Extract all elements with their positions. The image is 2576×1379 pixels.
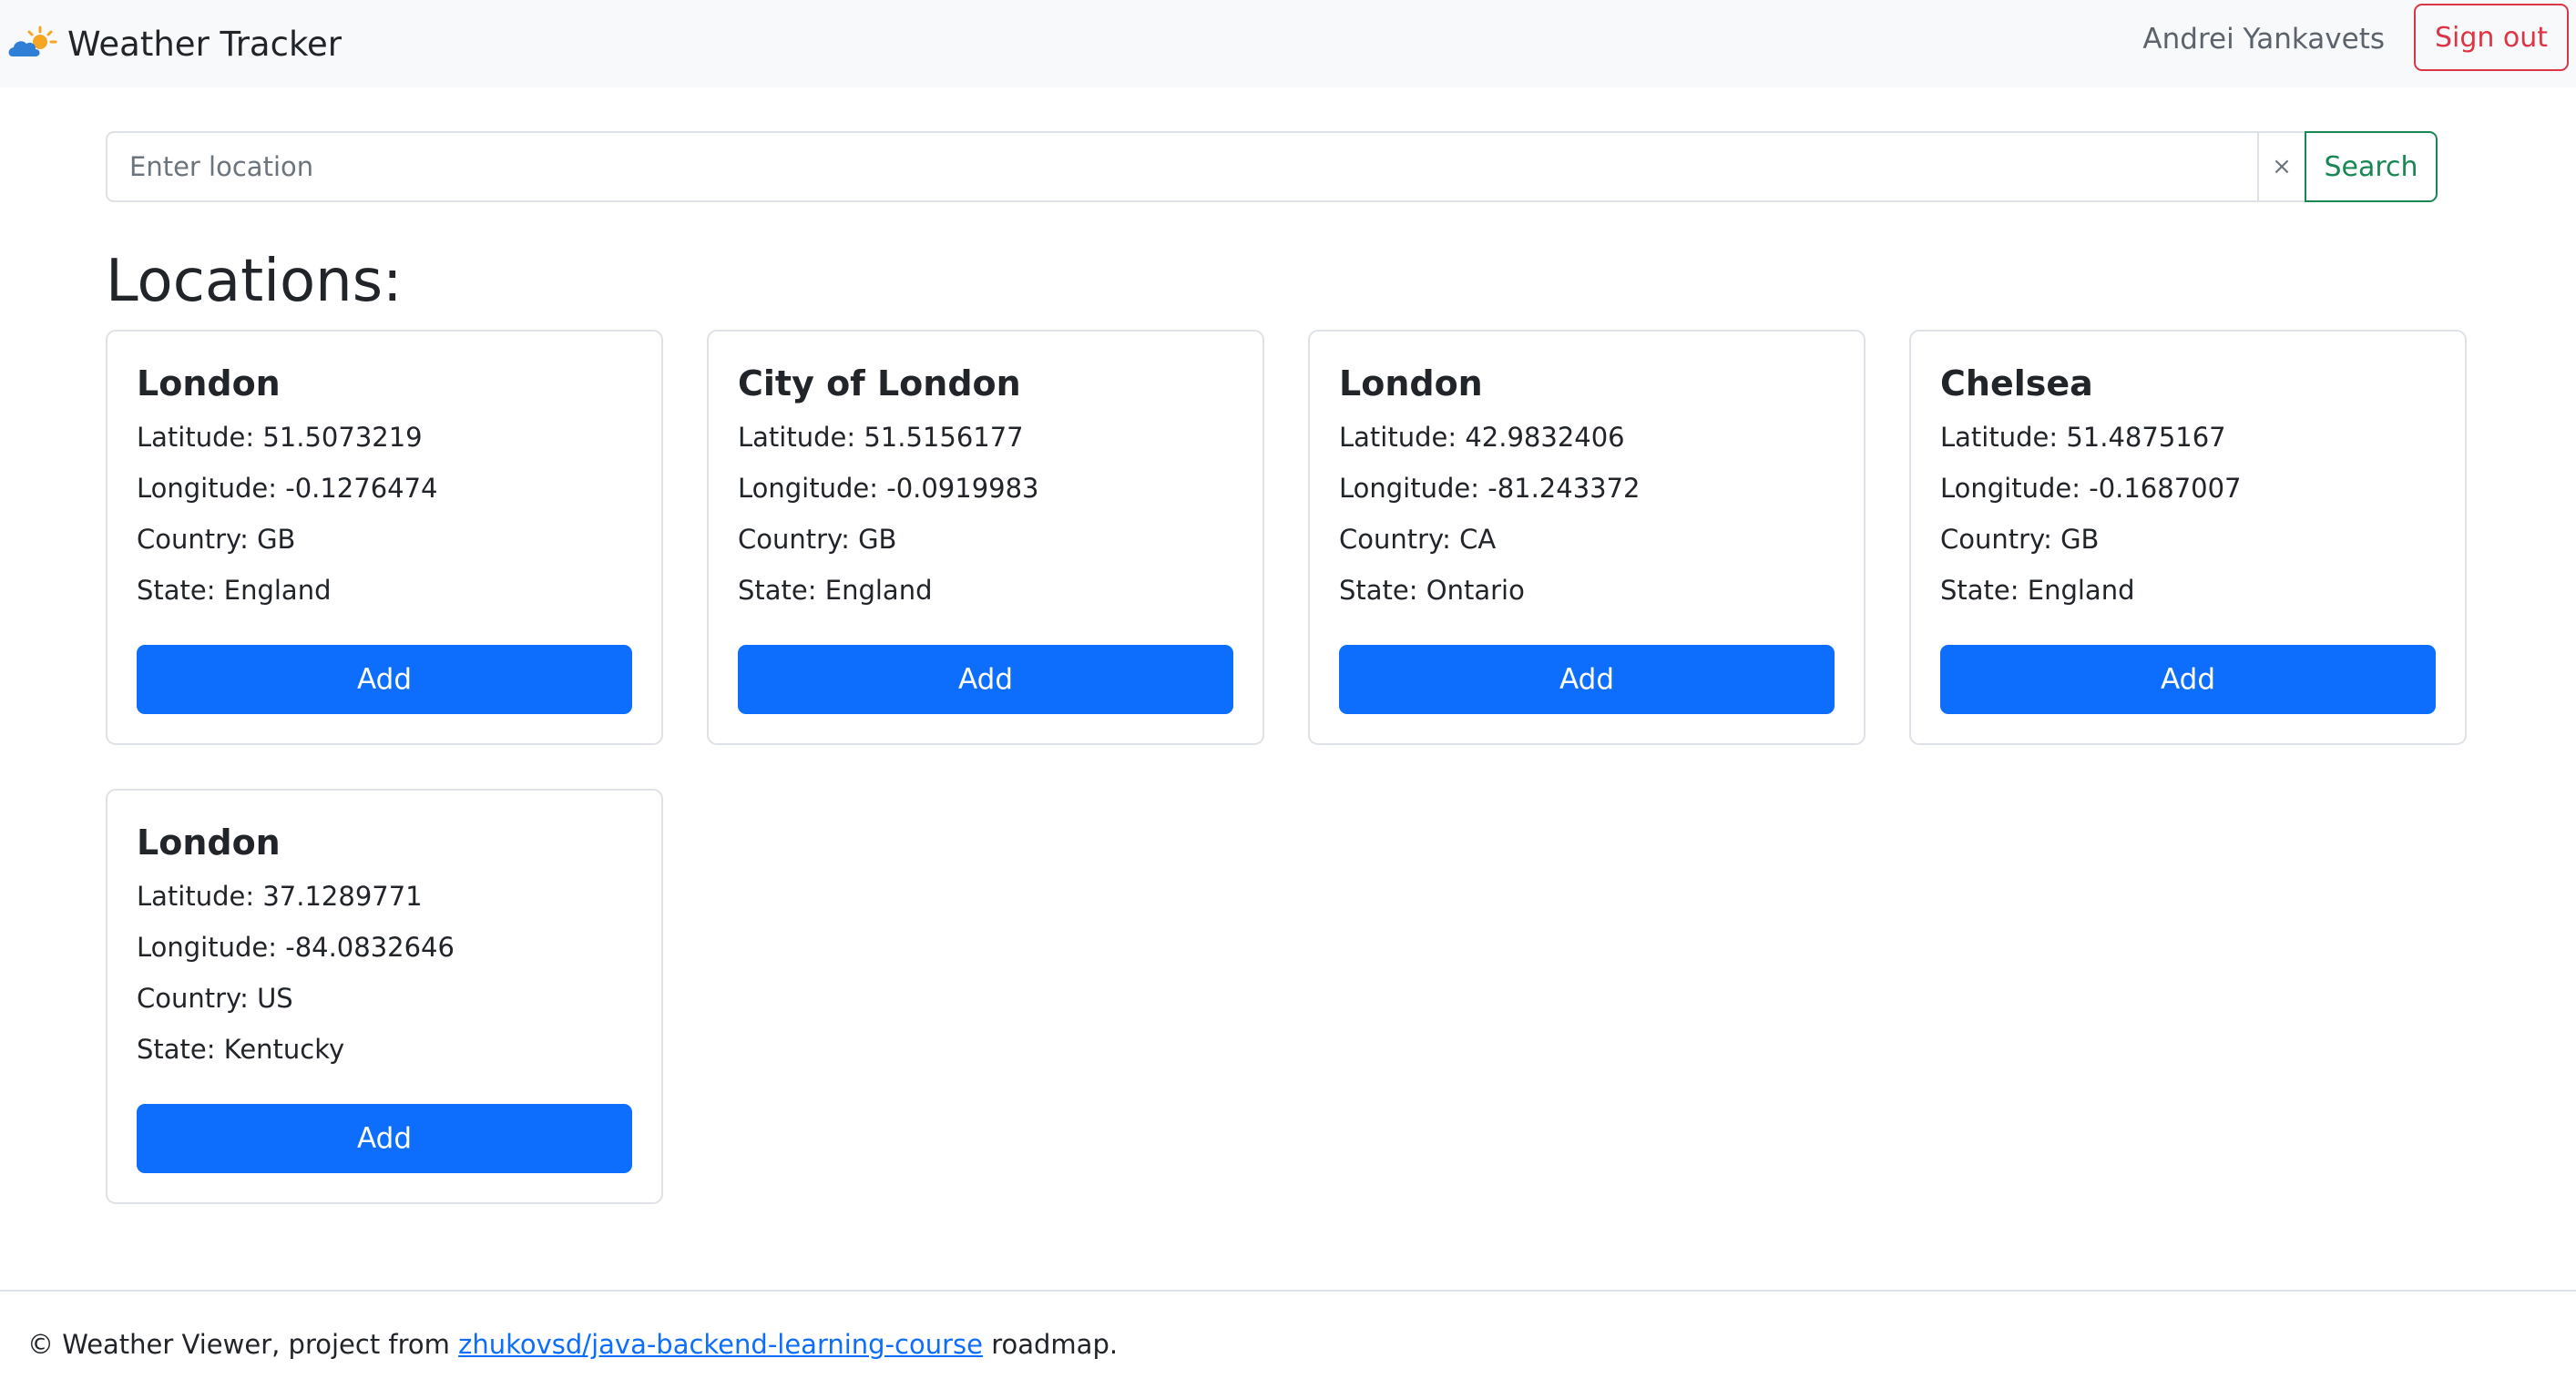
location-cards: London Latitude: 51.5073219 Longitude: -… xyxy=(106,330,2470,1204)
location-state: State: England xyxy=(738,575,933,606)
location-latitude: Latitude: 42.9832406 xyxy=(1339,422,1625,453)
location-latitude: Latitude: 51.5156177 xyxy=(738,422,1024,453)
location-name: London xyxy=(137,363,281,403)
add-location-button[interactable]: Add xyxy=(137,645,632,714)
location-state: State: England xyxy=(1940,575,2135,606)
location-name: Chelsea xyxy=(1940,363,2093,403)
location-name: City of London xyxy=(738,363,1021,403)
location-country: Country: GB xyxy=(738,524,897,555)
footer-text: © Weather Viewer, project from zhukovsd/… xyxy=(27,1326,1118,1363)
location-latitude: Latitude: 51.5073219 xyxy=(137,422,423,453)
brand[interactable]: Weather Tracker xyxy=(7,16,342,71)
location-name: London xyxy=(137,822,281,863)
location-state: State: Kentucky xyxy=(137,1034,345,1065)
add-location-button[interactable]: Add xyxy=(1339,645,1835,714)
location-country: Country: GB xyxy=(137,524,296,555)
search-form: × Search xyxy=(106,131,2438,202)
location-country: Country: CA xyxy=(1339,524,1497,555)
app-title: Weather Tracker xyxy=(67,24,342,64)
partly-cloudy-sun-icon xyxy=(8,26,57,56)
footer: © Weather Viewer, project from zhukovsd/… xyxy=(0,1290,2576,1379)
location-longitude: Longitude: -0.1276474 xyxy=(137,473,438,504)
navbar: Weather Tracker Andrei Yankavets Sign ou… xyxy=(0,0,2576,87)
footer-suffix: roadmap. xyxy=(983,1329,1119,1360)
location-card: London Latitude: 51.5073219 Longitude: -… xyxy=(106,330,663,745)
add-location-button[interactable]: Add xyxy=(1940,645,2436,714)
location-name: London xyxy=(1339,363,1483,403)
footer-prefix: © Weather Viewer, project from xyxy=(27,1329,459,1360)
add-location-button[interactable]: Add xyxy=(137,1104,632,1173)
sign-out-button[interactable]: Sign out xyxy=(2414,4,2569,71)
user-name: Andrei Yankavets xyxy=(2142,23,2385,56)
footer-repo-link[interactable]: zhukovsd/java-backend-learning-course xyxy=(458,1329,983,1360)
location-longitude: Longitude: -0.1687007 xyxy=(1940,473,2242,504)
location-country: Country: US xyxy=(137,983,293,1014)
location-latitude: Latitude: 37.1289771 xyxy=(137,881,423,912)
location-longitude: Longitude: -84.0832646 xyxy=(137,932,455,963)
clear-search-button[interactable]: × xyxy=(2257,131,2306,202)
location-latitude: Latitude: 51.4875167 xyxy=(1940,422,2226,453)
location-card: London Latitude: 42.9832406 Longitude: -… xyxy=(1308,330,1866,745)
location-state: State: England xyxy=(137,575,332,606)
location-longitude: Longitude: -81.243372 xyxy=(1339,473,1641,504)
location-card: City of London Latitude: 51.5156177 Long… xyxy=(707,330,1264,745)
search-button[interactable]: Search xyxy=(2305,131,2438,202)
page-title: Locations: xyxy=(106,248,403,315)
location-card: London Latitude: 37.1289771 Longitude: -… xyxy=(106,789,663,1204)
location-card: Chelsea Latitude: 51.4875167 Longitude: … xyxy=(1909,330,2467,745)
location-country: Country: GB xyxy=(1940,524,2100,555)
add-location-button[interactable]: Add xyxy=(738,645,1233,714)
location-state: State: Ontario xyxy=(1339,575,1525,606)
location-longitude: Longitude: -0.0919983 xyxy=(738,473,1039,504)
location-search-input[interactable] xyxy=(106,131,2257,202)
